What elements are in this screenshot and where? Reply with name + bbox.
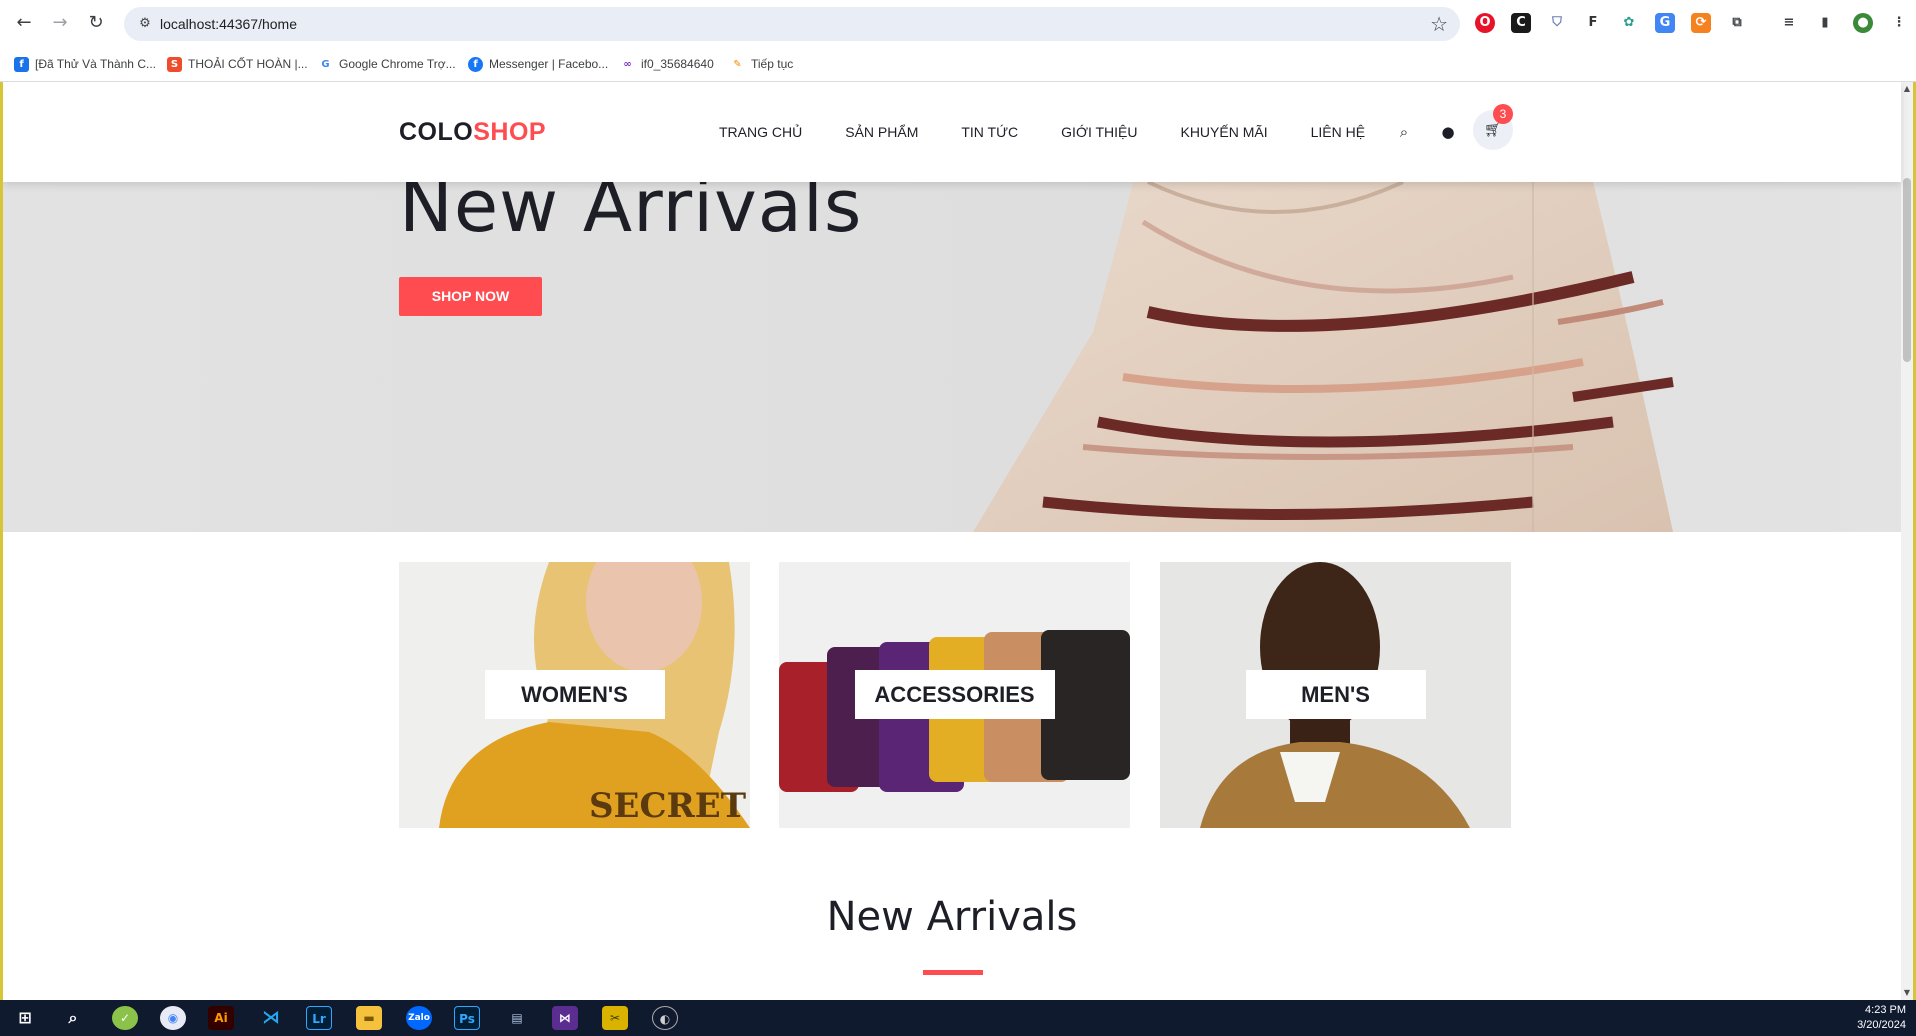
facebook-icon: f (468, 56, 483, 72)
bookmark-item[interactable]: S THOẢI CỐT HOÀN |... (167, 54, 308, 74)
brush-icon: ✎ (730, 56, 745, 72)
reload-icon[interactable]: ↻ (84, 11, 108, 35)
search-icon[interactable]: ⌕ (60, 1006, 86, 1030)
puzzle-icon[interactable]: ⧉ (1727, 13, 1747, 33)
banner-label-women: WOMEN'S (484, 670, 665, 719)
page-scrollbar[interactable]: ▲ ▼ (1901, 82, 1913, 1000)
title-underline (923, 970, 983, 975)
logo-colo: COLO (399, 118, 474, 146)
zalo-icon[interactable]: Zalo (406, 1006, 432, 1030)
site-header: COLOSHOP TRANG CHỦ SẢN PHẨM TIN TỨC GIỚI… (3, 82, 1901, 182)
bookmark-label: if0_35684640 (641, 57, 714, 71)
reading-list-icon[interactable]: ≡ (1779, 13, 1799, 33)
user-icon[interactable]: ● (1438, 122, 1458, 142)
blue-square-icon: f (14, 56, 29, 72)
app-icon[interactable]: ✓ (112, 1006, 138, 1030)
scrollbar-thumb[interactable] (1903, 178, 1911, 362)
translate-icon[interactable]: G (1655, 13, 1675, 33)
app-icon[interactable]: ✂ (602, 1006, 628, 1030)
section-title: New Arrivals (826, 894, 1078, 940)
illustrator-icon[interactable]: Ai (208, 1006, 234, 1030)
site-logo[interactable]: COLOSHOP (399, 116, 546, 148)
main-menu: TRANG CHỦ SẢN PHẨM TIN TỨC GIỚI THIỆU KH… (719, 124, 1408, 140)
taskbar: ⊞ ⌕ ✓ ◉ Ai ⋊ Lr ▬ Zalo Ps ▤ ⋈ ✂ ◐ 4:23 P… (0, 1000, 1916, 1036)
logo-shop: SHOP (473, 118, 547, 146)
windows-start-icon[interactable]: ⊞ (12, 1006, 38, 1030)
menu-icon[interactable]: ⋮ (1889, 13, 1909, 33)
extension-icon[interactable]: ⟳ (1691, 13, 1711, 33)
back-icon[interactable]: ← (12, 11, 36, 35)
scroll-up-icon[interactable]: ▲ (1901, 82, 1913, 96)
taskbar-clock[interactable]: 4:23 PM 3/20/2024 (1816, 1003, 1906, 1033)
menu-item-contact[interactable]: LIÊN HỆ (1311, 124, 1365, 140)
menu-item-promotions[interactable]: KHUYẾN MÃI (1180, 124, 1267, 140)
photoshop-icon[interactable]: Ps (454, 1006, 480, 1030)
file-explorer-icon[interactable]: ▬ (356, 1006, 382, 1030)
avatar[interactable]: ● (1853, 13, 1873, 33)
svg-text:SECRET: SECRET (589, 786, 746, 826)
shopee-icon: S (167, 56, 182, 72)
screen: ← → ↻ ⚙ localhost:44367/home ☆ O C ⛉ F ✿… (0, 0, 1916, 1036)
menu-item-about[interactable]: GIỚI THIỆU (1061, 124, 1137, 140)
vscode-icon[interactable]: ⋊ (258, 1006, 284, 1030)
banner-label-men: MEN'S (1245, 670, 1426, 719)
menu-item-news[interactable]: TIN TỨC (961, 124, 1018, 140)
bookmark-star-icon[interactable]: ☆ (1430, 13, 1448, 35)
bookmark-label: THOẢI CỐT HOÀN |... (188, 57, 308, 71)
extension-icon[interactable]: F (1583, 13, 1603, 33)
banner-label-accessories: ACCESSORIES (854, 670, 1055, 719)
bookmark-item[interactable]: f [Đã Thử Và Thành C... (14, 54, 156, 74)
banner-men[interactable]: MEN'S (1160, 562, 1511, 828)
app-icon[interactable]: ▤ (504, 1006, 530, 1030)
forward-icon[interactable]: → (48, 11, 72, 35)
banner-women[interactable]: SECRET WOMEN'S (399, 562, 750, 828)
menu-item-products[interactable]: SẢN PHẨM (845, 124, 918, 140)
bookmark-item[interactable]: G Google Chrome Trợ... (318, 54, 456, 74)
bookmark-label: Tiếp tục (751, 57, 794, 71)
clock-time: 4:23 PM (1865, 1004, 1906, 1016)
lightroom-icon[interactable]: Lr (306, 1006, 332, 1030)
shield-icon[interactable]: ⛉ (1547, 13, 1567, 33)
extension-icon[interactable]: C (1511, 13, 1531, 33)
bookmark-label: [Đã Thử Và Thành C... (35, 57, 156, 71)
google-icon: G (318, 56, 333, 72)
side-panel-icon[interactable]: ▮ (1815, 13, 1835, 33)
browser-toolbar: ← → ↻ ⚙ localhost:44367/home ☆ O C ⛉ F ✿… (0, 0, 1916, 46)
infinity-icon: ∞ (620, 56, 635, 72)
visual-studio-icon[interactable]: ⋈ (552, 1006, 578, 1030)
obs-icon[interactable]: ◐ (652, 1006, 678, 1030)
search-icon[interactable]: ⌕ (1394, 122, 1414, 142)
url-text: localhost:44367/home (160, 16, 297, 32)
cart-count-badge: 3 (1493, 104, 1513, 124)
opera-icon[interactable]: O (1475, 13, 1495, 33)
chrome-icon[interactable]: ◉ (160, 1006, 186, 1030)
sweater-image (973, 182, 1674, 532)
bookmark-label: Messenger | Facebo... (489, 57, 609, 71)
bookmarks-bar: f [Đã Thử Và Thành C... S THOẢI CỐT HOÀN… (0, 46, 1916, 82)
clock-date: 3/20/2024 (1857, 1019, 1906, 1031)
address-bar[interactable]: ⚙ localhost:44367/home ☆ (124, 7, 1460, 41)
bookmark-label: Google Chrome Trợ... (339, 57, 456, 71)
shop-now-button[interactable]: SHOP NOW (399, 277, 542, 316)
bookmark-item[interactable]: ✎ Tiếp tục (730, 54, 793, 74)
cart-button[interactable]: 🛒︎ 3 (1473, 104, 1513, 150)
menu-item-home[interactable]: TRANG CHỦ (719, 124, 802, 140)
scroll-down-icon[interactable]: ▼ (1901, 986, 1913, 1000)
extension-icon[interactable]: ✿ (1619, 13, 1639, 33)
page-viewport: New Arrivals SHOP NOW COLOSHOP TRANG CHỦ… (0, 82, 1916, 1000)
banner-accessories[interactable]: ACCESSORIES (779, 562, 1130, 828)
bookmark-item[interactable]: f Messenger | Facebo... (468, 54, 608, 74)
bookmark-item[interactable]: ∞ if0_35684640 (620, 54, 714, 74)
site-info-icon[interactable]: ⚙ (136, 15, 154, 33)
